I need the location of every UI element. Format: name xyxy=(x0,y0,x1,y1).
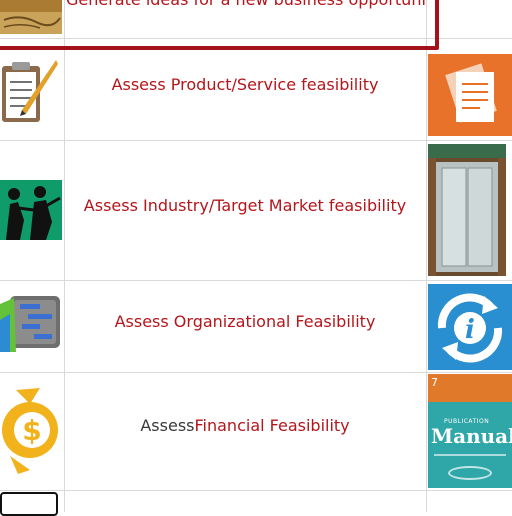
silhouette-scene-icon xyxy=(0,180,62,240)
gantt-chart-icon xyxy=(0,294,62,352)
row-divider xyxy=(0,490,512,491)
partial-frame-icon xyxy=(0,492,58,516)
svg-text:i: i xyxy=(465,315,475,345)
svg-text:$: $ xyxy=(22,414,41,447)
column-divider-right xyxy=(426,0,427,512)
row-label-product-feasibility[interactable]: Assess Product/Service feasibility xyxy=(66,54,424,114)
row-divider xyxy=(0,280,512,281)
row-label-financial-feasibility[interactable]: Assess Financial Feasibility xyxy=(66,410,424,440)
row-divider xyxy=(0,140,512,141)
dollar-coin-icon: $ xyxy=(0,384,62,476)
documents-icon xyxy=(428,54,512,136)
row-divider xyxy=(0,372,512,373)
book-cover-icon: 7 PUBLICATION Manual xyxy=(428,374,512,488)
row-label-prefix: Assess xyxy=(140,415,195,435)
book-number: 7 xyxy=(431,376,438,389)
refresh-info-icon: i xyxy=(428,284,512,370)
book-title: Manual xyxy=(431,424,512,448)
row-label-accent: Financial Feasibility xyxy=(194,415,350,435)
elevator-photo-icon xyxy=(428,144,506,276)
column-divider-left xyxy=(64,0,65,512)
clipboard-icon xyxy=(0,54,60,128)
row-label-organizational-feasibility[interactable]: Assess Organizational Feasibility xyxy=(66,306,424,336)
row-label-industry-feasibility[interactable]: Assess Industry/Target Market feasibilit… xyxy=(66,180,424,230)
highlight-frame xyxy=(0,0,439,50)
